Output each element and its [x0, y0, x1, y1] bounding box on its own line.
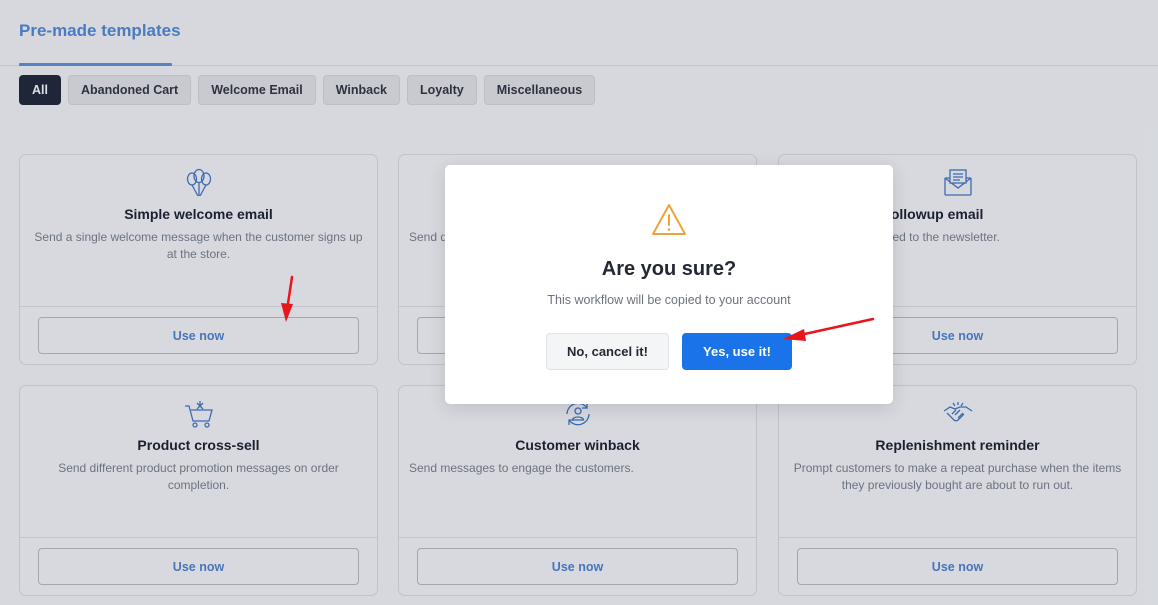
- confirm-dialog: Are you sure? This workflow will be copi…: [445, 165, 893, 404]
- dialog-message: This workflow will be copied to your acc…: [547, 293, 791, 307]
- warning-icon: [652, 204, 686, 235]
- dialog-title: Are you sure?: [601, 258, 737, 280]
- confirm-button[interactable]: Yes, use it!: [682, 333, 792, 370]
- cancel-button[interactable]: No, cancel it!: [546, 333, 669, 370]
